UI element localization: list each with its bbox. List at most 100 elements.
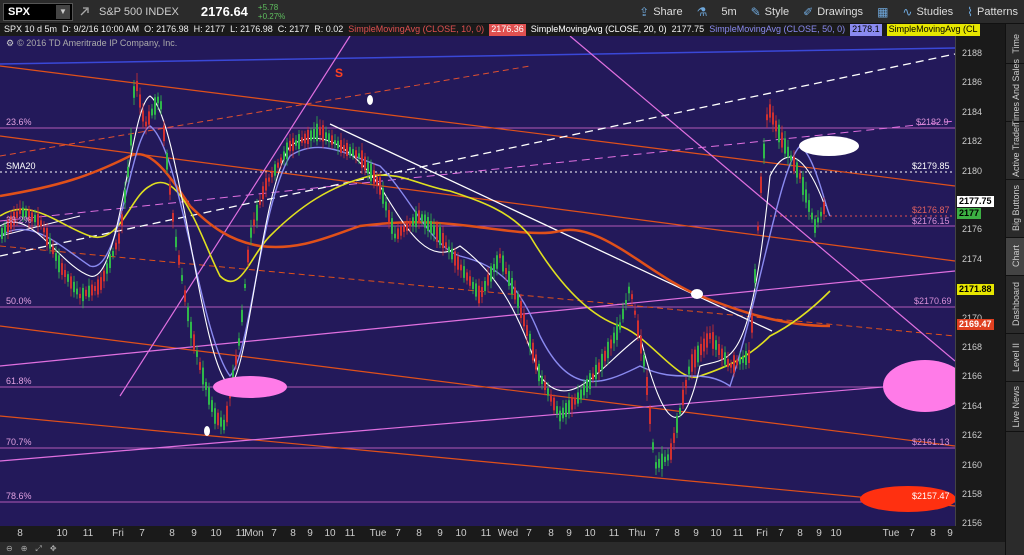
orange-dashed-line [0,245,956,337]
candle-body [550,394,552,402]
gear-icon[interactable]: ⚙ [6,38,14,48]
chevron-down-icon[interactable]: ▼ [56,4,70,19]
zoom-in-icon[interactable]: ⊕ [21,544,28,553]
candle-body [346,142,348,157]
candle-body [775,120,777,132]
style-button[interactable]: ✎ Style [751,5,790,19]
white-dot-marker [691,289,703,299]
candle-body [622,308,624,320]
zoom-out-icon[interactable]: ⊖ [6,544,13,553]
bar-timestamp: D: 9/2/16 10:00 AM [62,24,140,34]
sma200-study-label[interactable]: SimpleMovingAvg (CL [886,24,980,36]
price-tick: 2164 [962,400,983,411]
candle-body [112,250,114,257]
candle-body [517,294,519,308]
candle-body [19,208,21,214]
candle-body [610,339,612,349]
drawings-button[interactable]: ✐ Drawings [803,5,863,19]
sidebar-tab-big-buttons[interactable]: Big Buttons [1006,180,1024,238]
price-chart[interactable]: 23.6% 38.2% 50.0% 61.8% 70.7% 78.6% SMA2… [0,35,967,526]
candle-body [199,362,201,370]
candle-body [538,363,540,382]
candle-body [166,153,168,170]
price-label-2179: $2179.85 [912,161,950,171]
symbol-selector[interactable]: SPX ▼ [3,2,73,21]
candle-body [625,299,627,305]
candle-body [253,219,255,226]
time-tick: 10 [324,528,336,539]
candle-body [691,354,693,372]
time-axis[interactable]: 8 10 11 Fri 7 8 9 10 11 Mon 7 8 9 10 11 Tue 7 8 9 10 11 Wed 7 8… [0,526,955,542]
sidebar-tab-level-ii[interactable]: Level II [1006,334,1024,382]
candle-body [49,238,51,249]
sidebar-tab-chart[interactable]: Chart [1006,238,1024,276]
link-icon[interactable] [73,1,95,23]
candle-body [697,345,699,363]
candle-body [193,334,195,350]
flask-button[interactable]: ⚗ [697,5,708,19]
price-change: +5.78 +0.27% [258,3,285,21]
candle-body [520,301,522,318]
candle-body [85,289,87,297]
candle-body [418,210,420,224]
annotation-s: S [335,66,344,80]
sidebar-tab-live-news[interactable]: Live News [1006,382,1024,432]
time-tick: 9 [307,528,313,539]
candle-body [400,226,402,236]
candle-body [388,210,390,222]
candle-body [4,224,6,235]
sma20-study-label[interactable]: SimpleMovingAvg (CLOSE, 20, 0) [531,24,667,36]
candle-body [352,148,354,157]
candle-body [247,249,249,263]
candle-body [130,134,132,146]
sidebar-tab-active-trader[interactable]: Active Trader [1006,122,1024,180]
candle-body [787,146,789,158]
expand-icon[interactable]: ⤢ [35,544,41,554]
sma10-study-label[interactable]: SimpleMovingAvg (CLOSE, 10, 0) [348,24,484,36]
price-tick: 2188 [962,48,983,58]
chart-canvas[interactable] [0,35,967,526]
pink-ellipse-left [213,376,287,398]
candle-body [103,270,105,282]
candle-body [706,333,708,348]
sma20-label: SMA20 [6,161,36,171]
sidebar-tab-dashboard[interactable]: Dashboard [1006,276,1024,334]
candle-body [790,155,792,161]
candle-body [82,287,84,302]
sma50-value: 2178.1 [850,24,882,36]
magenta-trendline-3 [0,380,956,462]
candle-body [217,412,219,426]
time-tick: 10 [455,528,467,539]
candle-body [727,359,729,367]
sidebar-tab-time[interactable]: Time [1006,24,1024,64]
patterns-button[interactable]: ⌇ Patterns [967,5,1018,19]
sidebar-tab-times-and-sales[interactable]: Times And Sales [1006,59,1024,126]
candle-body [355,150,357,158]
candle-body [751,315,753,333]
candle-body [811,212,813,220]
time-tick: 8 [17,528,23,539]
studies-button[interactable]: ∿ Studies [902,5,953,19]
instrument-name: S&P 500 INDEX [99,5,179,18]
time-tick: 9 [191,528,197,539]
candle-body [136,80,138,92]
share-button[interactable]: ⇪ Share [639,5,682,19]
price-axis[interactable]: 2188218621842182218021782176217421722170… [955,36,1005,528]
candle-body [43,227,45,233]
candle-body [532,342,534,361]
time-tick: 11 [82,528,94,539]
candle-body [805,189,807,203]
candle-body [730,363,732,368]
sma50-study-label[interactable]: SimpleMovingAvg (CLOSE, 50, 0) [709,24,845,36]
time-tick: Wed [497,528,519,539]
candle-body [58,255,60,273]
price-tick: 2162 [962,430,983,441]
price-tick: 2158 [962,489,983,499]
candle-body [142,110,144,122]
data-box-button[interactable]: ▦ [877,5,888,19]
timeframe-button[interactable]: 5m [721,6,736,18]
pan-icon[interactable]: ✥ [50,544,57,553]
candle-body [772,112,774,125]
candle-body [358,153,360,158]
chart-bottom-bar: ⊖ ⊕ ⤢ ✥ [0,542,1005,555]
